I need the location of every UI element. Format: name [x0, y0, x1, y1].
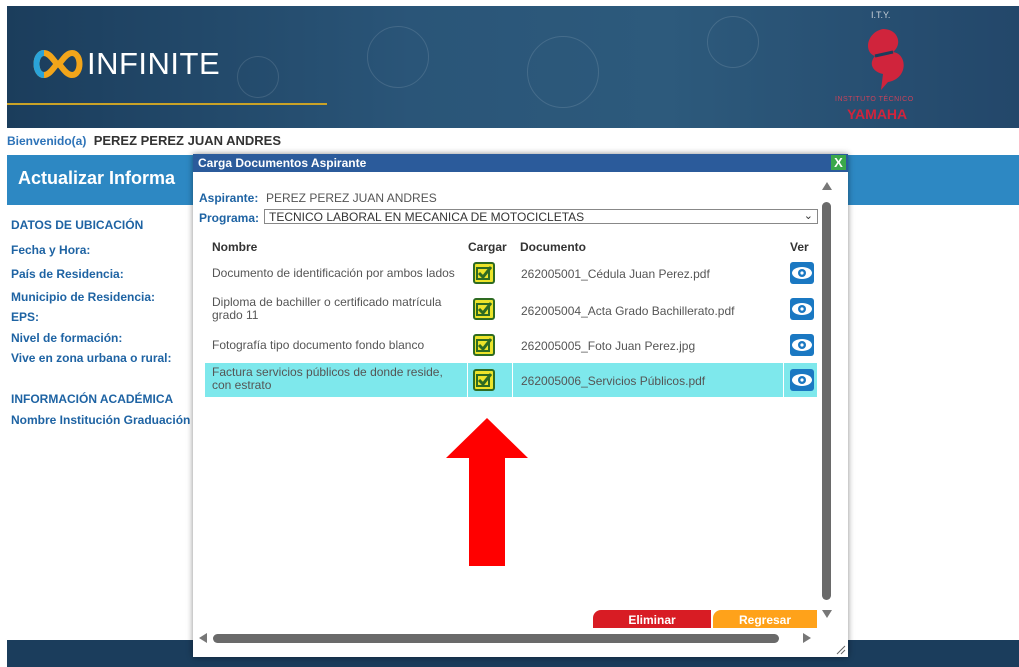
ity-emblem-icon: [868, 29, 904, 90]
ity-yamaha-logo: I.T.Y. INSTITUTO TÉCNICO YAMAHA: [835, 6, 935, 128]
resize-grip-icon[interactable]: [836, 645, 846, 655]
chevron-down-icon: ⌄: [803, 210, 813, 222]
document-name: Documento de identificación por ambos la…: [212, 266, 455, 280]
document-name: Fotografía tipo documento fondo blanco: [212, 338, 425, 352]
welcome-label: Bienvenido(a): [7, 134, 87, 148]
section-academic-heading: INFORMACIÓN ACADÉMICA: [11, 392, 174, 406]
horizontal-scroll-thumb[interactable]: [213, 634, 779, 643]
user-name: PEREZ PEREZ JUAN ANDRES: [93, 133, 282, 148]
aspirante-value: PEREZ PEREZ JUAN ANDRES: [266, 191, 437, 205]
col-header-documento: Documento: [520, 240, 586, 254]
scroll-down-icon[interactable]: [820, 608, 834, 620]
close-icon[interactable]: X: [831, 155, 846, 170]
infinite-logo[interactable]: INFINITE: [29, 44, 220, 84]
document-file[interactable]: 262005004_Acta Grado Bachillerato.pdf: [521, 304, 735, 318]
horizontal-scrollbar[interactable]: [197, 631, 817, 645]
document-file[interactable]: 262005006_Servicios Públicos.pdf: [521, 374, 705, 388]
scroll-up-icon[interactable]: [820, 180, 834, 192]
table-row-selected[interactable]: Factura servicios públicos de donde resi…: [205, 363, 817, 397]
view-eye-icon[interactable]: [790, 298, 814, 320]
app-header: INFINITE I.T.Y. INSTITUTO TÉCNICO YAMAHA: [7, 6, 1019, 128]
ity-logo-top: I.T.Y.: [871, 10, 891, 20]
upload-checkbox-icon[interactable]: [473, 262, 495, 284]
upload-checkbox-icon[interactable]: [473, 334, 495, 356]
welcome-line: Bienvenido(a) PEREZ PEREZ JUAN ANDRES: [7, 133, 281, 148]
col-header-nombre: Nombre: [212, 240, 258, 254]
upload-checkbox-icon[interactable]: [473, 369, 495, 391]
ity-logo-sub: INSTITUTO TÉCNICO: [835, 96, 914, 103]
document-name: Diploma de bachiller o certificado matrí…: [212, 295, 442, 322]
infinity-icon: [33, 49, 83, 79]
view-eye-icon[interactable]: [790, 334, 814, 356]
table-row: Diploma de bachiller o certificado matrí…: [205, 292, 817, 328]
red-arrow-annotation: [446, 418, 528, 566]
document-file[interactable]: 262005005_Foto Juan Perez.jpg: [521, 339, 695, 353]
col-header-ver: Ver: [790, 240, 809, 254]
page-title: Actualizar Informa: [18, 168, 176, 188]
yamaha-brand: YAMAHA: [847, 106, 908, 122]
field-municipality: Municipio de Residencia:: [11, 290, 156, 304]
programa-label: Programa:: [199, 211, 260, 225]
field-eps: EPS:: [11, 310, 40, 324]
section-location-heading: DATOS DE UBICACIÓN: [11, 218, 144, 232]
view-eye-icon[interactable]: [790, 369, 814, 391]
col-header-cargar: Cargar: [468, 240, 507, 254]
programa-select[interactable]: TECNICO LABORAL EN MECANICA DE MOTOCICLE…: [264, 209, 818, 224]
field-education-level: Nivel de formación:: [11, 331, 123, 345]
upload-documents-dialog: Carga Documentos Aspirante X Aspirante: …: [193, 154, 848, 657]
vertical-scrollbar[interactable]: [820, 174, 834, 626]
back-button[interactable]: Regresar: [713, 610, 817, 628]
field-institution: Nombre Institución Graduación: [11, 413, 191, 427]
upload-checkbox-icon[interactable]: [473, 298, 495, 320]
programa-selected-value: TECNICO LABORAL EN MECANICA DE MOTOCICLE…: [269, 210, 585, 224]
document-file[interactable]: 262005001_Cédula Juan Perez.pdf: [521, 267, 710, 281]
logo-text: INFINITE: [87, 46, 221, 81]
table-row: Documento de identificación por ambos la…: [205, 258, 817, 288]
view-eye-icon[interactable]: [790, 262, 814, 284]
table-row: Fotografía tipo documento fondo blanco 2…: [205, 330, 817, 360]
field-date-time: Fecha y Hora:: [11, 243, 91, 257]
dialog-title: Carga Documentos Aspirante: [193, 154, 848, 172]
document-name: Factura servicios públicos de donde resi…: [212, 365, 443, 392]
scroll-right-icon[interactable]: [801, 631, 813, 645]
vertical-scroll-thumb[interactable]: [822, 202, 831, 600]
field-country: País de Residencia:: [11, 267, 124, 281]
field-urban-rural: Vive en zona urbana o rural:: [11, 351, 172, 365]
aspirante-label: Aspirante:: [199, 191, 259, 205]
delete-button[interactable]: Eliminar: [593, 610, 711, 628]
scroll-left-icon[interactable]: [197, 631, 209, 645]
header-accent-line: [7, 103, 327, 105]
